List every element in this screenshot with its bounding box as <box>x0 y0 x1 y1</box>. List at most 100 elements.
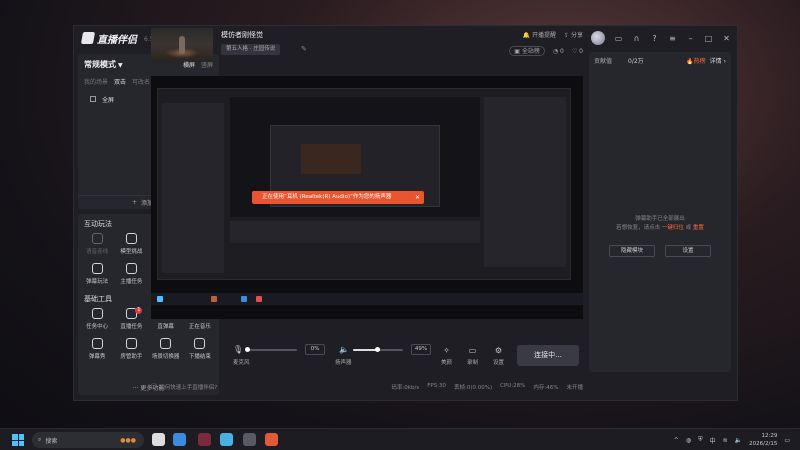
app-icon[interactable] <box>198 433 211 446</box>
room-cover[interactable] <box>151 28 213 61</box>
fps: FPS:30 <box>427 383 447 389</box>
menu-icon[interactable]: ≡ <box>668 34 677 43</box>
reset-position-link[interactable]: 一键归位 <box>662 225 684 231</box>
app-name: 直播伴侣 <box>97 34 137 46</box>
cpu-usage: CPU:28% <box>500 383 526 389</box>
toast-close-icon[interactable]: ✕ <box>415 191 420 204</box>
interactive-item[interactable]: 弹幕玩法 <box>80 261 114 287</box>
beauty-button[interactable]: ✧ 美颜 <box>441 346 452 366</box>
room-header: 模仿者刚怪觉 第五人格 · 庄园传说 ✎ 🔔 开播提醒 ⇪ 分享 ▣ 全站榜 ◔… <box>151 26 583 64</box>
os-search-box[interactable]: ⌕ 搜索 ●●● <box>32 432 144 448</box>
chat-icon: ▢ <box>151 383 157 389</box>
headset-icon[interactable]: ∩ <box>632 34 641 43</box>
speaker-icon[interactable]: 🔈 <box>339 345 349 354</box>
edge-icon[interactable] <box>173 433 186 446</box>
mic-percent[interactable]: 0% <box>305 344 326 355</box>
chevron-up-icon[interactable]: ^ <box>674 437 679 444</box>
room-title[interactable]: 模仿者刚怪觉 <box>221 30 263 40</box>
interactive-item-label: 主播任务 <box>120 279 143 285</box>
settings-button[interactable]: ⚙ 设置 <box>493 346 504 366</box>
scene-item-label: 全屏 <box>102 96 115 104</box>
mode-select[interactable]: 常规模式 ▼ <box>84 59 123 70</box>
edit-icon[interactable]: ✎ <box>301 45 307 53</box>
close-icon[interactable]: ✕ <box>722 34 731 43</box>
connect-button[interactable]: 连接中... <box>517 345 579 366</box>
interactive-item[interactable]: 模型挑战 <box>114 231 148 257</box>
hot-rank[interactable]: 🔥热榜 <box>686 56 706 65</box>
app-icon[interactable] <box>243 433 256 446</box>
maximize-icon[interactable]: □ <box>704 34 713 43</box>
speaker-slider-knob[interactable] <box>375 346 381 352</box>
record-button[interactable]: ▭ 录制 <box>467 346 478 366</box>
room-stats: ▣ 全站榜 ◔ 0 ♡ 0 <box>509 46 583 56</box>
livestream-app-icon[interactable] <box>265 433 278 446</box>
remind-button[interactable]: 🔔 开播提醒 <box>523 30 556 39</box>
clock[interactable]: 12:29 2026/2/15 <box>749 432 777 448</box>
os-taskbar: ⌕ 搜索 ●●● ^ ◍ ⛨ 中 ≋ 🔈 12:29 2026/2/15 ▭ <box>0 428 800 450</box>
settings-label: 设置 <box>493 360 505 366</box>
tab-rename[interactable]: 可改名 <box>132 77 150 86</box>
volume-icon[interactable]: 🔈 <box>735 437 742 444</box>
detail-link[interactable]: 详情 › <box>710 56 726 65</box>
preview-capture: 正在使用“耳机 (Realtek(R) Audio)”作为您的扬声器 ✕ <box>157 88 571 280</box>
detail-label: 详情 <box>709 58 722 65</box>
logo-icon <box>80 32 96 44</box>
search-icon: ⌕ <box>38 436 42 443</box>
security-icon[interactable]: ⛨ <box>698 436 703 444</box>
fullscreen-icon <box>90 96 96 102</box>
tab-my-scenes[interactable]: 我的场景 <box>84 77 108 86</box>
mic-icon[interactable]: 🎙 <box>233 345 243 354</box>
network-icon[interactable]: ◍ <box>686 437 691 444</box>
capture-controls <box>230 221 480 243</box>
browser-icon[interactable] <box>220 433 233 446</box>
ime-indicator[interactable]: 中 <box>710 436 716 445</box>
contribution-header: 贡献值 0/2万 🔥热榜 详情 › <box>589 52 731 69</box>
interactive-item[interactable]: 语音连线 <box>80 231 114 257</box>
basic-item-label: 弹幕秀 <box>88 354 106 360</box>
share-label: 分享 <box>570 32 583 39</box>
interactive-item[interactable]: 主播任务 <box>114 261 148 287</box>
task-view-icon[interactable] <box>152 433 165 446</box>
basic-item[interactable]: 任务中心 <box>80 306 114 332</box>
clock-time: 12:29 <box>761 433 778 439</box>
mic-slider-knob[interactable] <box>245 346 251 352</box>
assistant-message: 弹幕助手已全部展出 若想恢复，请点击 一键归位 或 重置 <box>589 215 731 233</box>
clock-date: 2026/2/15 <box>749 441 778 447</box>
window-controls: ▭ ∩ ? ≡ – □ ✕ <box>591 31 731 45</box>
cover-figure <box>179 36 185 54</box>
message-prefix: 若想恢复，请点击 <box>616 225 661 231</box>
speaker-percent[interactable]: 49% <box>410 344 431 355</box>
fans-rank-pill[interactable]: ▣ 全站榜 <box>509 46 545 56</box>
basic-item[interactable]: 弹幕秀 <box>80 336 114 362</box>
hide-module-button[interactable]: 隐藏模块 <box>609 245 655 257</box>
danmaku-icon <box>91 263 103 274</box>
fans-rank-label: 全站榜 <box>521 48 540 55</box>
basic-item[interactable]: 房管助手 <box>114 336 148 362</box>
notification-badge: 1 <box>135 307 143 314</box>
share-button[interactable]: ⇪ 分享 <box>564 30 583 39</box>
stream-preview[interactable]: 正在使用“耳机 (Realtek(R) Audio)”作为您的扬声器 ✕ <box>151 76 583 319</box>
wifi-icon[interactable]: ≋ <box>723 437 728 444</box>
toast-text: 正在使用“耳机 (Realtek(R) Audio)”作为您的扬声器 <box>262 194 392 200</box>
notification-icon[interactable]: ▭ <box>784 437 790 444</box>
mic-slider[interactable] <box>245 346 298 352</box>
dropped-frames: 丢帧:0(0.00%) <box>454 385 493 391</box>
help-icon[interactable]: ? <box>650 34 659 43</box>
reset-link[interactable]: 重置 <box>693 225 704 231</box>
mic-label: 麦克风 <box>233 360 250 366</box>
speaker-slider[interactable] <box>352 346 403 352</box>
basic-item-label: 直播任务 <box>120 324 143 330</box>
help-link[interactable]: ▢ 如何快速上手直播伴侣? <box>151 383 217 391</box>
room-category[interactable]: 第五人格 · 庄园传说 <box>221 44 281 55</box>
shield-icon <box>125 233 137 244</box>
basic-item[interactable]: 直播任务 1 <box>114 306 148 332</box>
avatar[interactable] <box>591 31 605 45</box>
beauty-label: 美颜 <box>441 360 453 366</box>
tab-double-click[interactable]: 双击 <box>114 77 126 86</box>
minimize-icon[interactable]: – <box>686 34 695 43</box>
capture-taskbar <box>151 293 583 305</box>
mini-app-icon <box>256 296 262 302</box>
windows-start-icon[interactable] <box>12 434 24 446</box>
message-icon[interactable]: ▭ <box>614 34 623 43</box>
panel-settings-button[interactable]: 设置 <box>665 245 711 257</box>
